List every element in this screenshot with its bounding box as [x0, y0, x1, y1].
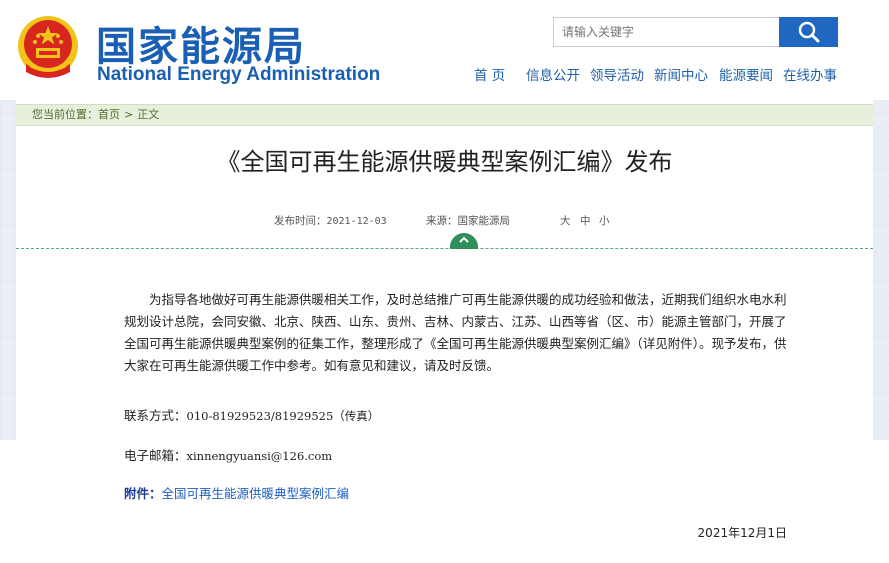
source-label: 来源：	[426, 215, 458, 227]
breadcrumb: 您当前位置：首页 > 正文	[16, 104, 873, 126]
site-title-en: National Energy Administration	[97, 64, 381, 85]
contact-label: 联系方式：	[124, 408, 187, 423]
font-size-large-button[interactable]: 大	[560, 213, 571, 228]
site-header: 国家能源局 National Energy Administration 首 页…	[0, 0, 889, 100]
national-emblem-icon	[18, 16, 78, 78]
sign-date: 2021年12月1日	[697, 526, 787, 540]
contact-line: 联系方式：010-81929523/81929525（传真）	[124, 405, 796, 427]
nav-item-leaders[interactable]: 领导活动	[590, 64, 644, 84]
nav-item-news[interactable]: 新闻中心	[654, 64, 708, 84]
chevron-up-icon	[459, 236, 469, 243]
email-line: 电子邮箱：xinnengyuansi@126.com	[124, 445, 796, 467]
publish-date: 2021-12-03	[326, 216, 387, 227]
nav-item-home[interactable]: 首 页	[474, 64, 505, 84]
article-source: 来源：国家能源局	[426, 213, 510, 228]
breadcrumb-prefix: 您当前位置：	[32, 108, 98, 121]
article-title: 《全国可再生能源供暖典型案例汇编》发布	[216, 148, 673, 176]
attachment-label: 附件：	[124, 486, 162, 501]
attachment-line: 附件：全国可再生能源供暖典型案例汇编	[124, 483, 796, 505]
source-value: 国家能源局	[457, 215, 511, 227]
font-size-small-button[interactable]: 小	[599, 213, 610, 228]
font-size-medium-button[interactable]: 中	[580, 213, 591, 228]
breadcrumb-current: 正文	[137, 108, 160, 121]
search-icon	[798, 21, 819, 43]
contact-value: 010-81929523/81929525（传真）	[186, 409, 380, 423]
email-value: xinnengyuansi@126.com	[186, 449, 333, 463]
collapse-toggle-button[interactable]	[450, 233, 478, 249]
nav-item-energy-news[interactable]: 能源要闻	[719, 64, 773, 84]
email-label: 电子邮箱：	[124, 448, 187, 463]
nav-item-info[interactable]: 信息公开	[526, 64, 580, 84]
breadcrumb-separator: >	[124, 108, 134, 121]
search-input[interactable]	[553, 17, 780, 47]
article-container: 您当前位置：首页 > 正文 《全国可再生能源供暖典型案例汇编》发布 发布时间：202…	[16, 100, 873, 563]
publish-time: 发布时间：2021-12-03	[274, 213, 387, 228]
publish-label: 发布时间：	[274, 215, 327, 227]
header-divider	[16, 248, 873, 249]
attachment-link[interactable]: 全国可再生能源供暖典型案例汇编	[162, 486, 350, 501]
article-paragraph: 为指导各地做好可再生能源供暖相关工作，及时总结推广可再生能源供暖的成功经验和做法…	[124, 292, 787, 373]
search-button[interactable]	[779, 17, 838, 47]
breadcrumb-home[interactable]: 首页	[98, 108, 120, 121]
nav-item-online-service[interactable]: 在线办事	[783, 64, 837, 84]
